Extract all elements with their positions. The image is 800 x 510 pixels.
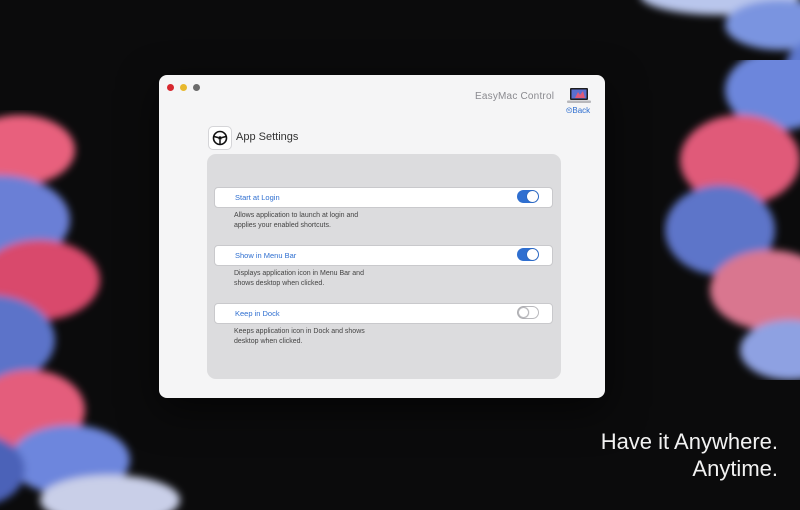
description-line: shows desktop when clicked.	[234, 280, 325, 287]
show-in-menu-bar-toggle[interactable]	[517, 248, 539, 261]
setting-label: Show in Menu Bar	[235, 251, 297, 260]
smoke-decoration-top-right	[642, 0, 800, 90]
keep-in-dock-toggle[interactable]	[517, 306, 539, 319]
setting-label: Start at Login	[235, 193, 280, 202]
setting-row-keep-in-dock[interactable]: Keep in Dock	[214, 303, 553, 324]
steering-wheel-icon	[212, 130, 228, 146]
laptop-icon[interactable]	[567, 87, 591, 105]
description-line: Allows application to launch at login an…	[234, 212, 359, 219]
setting-row-show-in-menu-bar[interactable]: Show in Menu Bar	[214, 245, 553, 266]
settings-panel: Start at Login Allows application to lau…	[207, 154, 561, 379]
app-settings-icon	[208, 126, 232, 150]
description-line: Keeps application icon in Dock and shows	[234, 328, 365, 335]
tagline-line-2: Anytime.	[692, 456, 778, 481]
minimize-dot-icon[interactable]	[180, 84, 187, 91]
app-window: EasyMac Control ⧀Back App Settings Start…	[159, 75, 605, 398]
maximize-dot-icon[interactable]	[193, 84, 200, 91]
toggle-knob	[527, 249, 538, 260]
toggle-knob	[518, 307, 529, 318]
toggle-knob	[527, 191, 538, 202]
description-line: desktop when clicked.	[234, 338, 303, 345]
description-line: Displays application icon in Menu Bar an…	[234, 270, 364, 277]
close-dot-icon[interactable]	[167, 84, 174, 91]
setting-description: Keeps application icon in Dock and shows…	[234, 327, 414, 347]
setting-description: Allows application to launch at login an…	[234, 211, 414, 231]
start-at-login-toggle[interactable]	[517, 190, 539, 203]
description-line: applies your enabled shortcuts.	[234, 222, 331, 229]
tagline-line-1: Have it Anywhere.	[600, 429, 778, 454]
smoke-decoration-right	[665, 60, 800, 380]
tagline: Have it Anywhere. Anytime.	[601, 428, 778, 482]
setting-description: Displays application icon in Menu Bar an…	[234, 269, 414, 289]
back-link[interactable]: ⧀Back	[566, 106, 590, 116]
section-title: App Settings	[236, 131, 299, 143]
setting-row-start-at-login[interactable]: Start at Login	[214, 187, 553, 208]
setting-label: Keep in Dock	[235, 309, 280, 318]
window-title: EasyMac Control	[475, 91, 555, 102]
